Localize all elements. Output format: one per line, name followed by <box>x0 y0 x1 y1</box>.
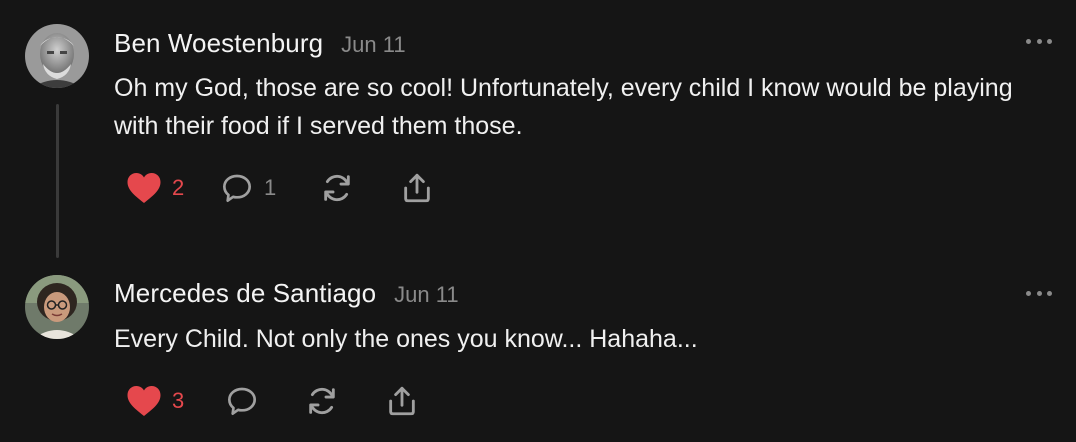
author-name[interactable]: Mercedes de Santiago <box>114 278 376 309</box>
reply-count: 1 <box>264 175 277 200</box>
comment-thread: Ben Woestenburg Jun 11 Oh my God, those … <box>0 0 1076 442</box>
more-icon[interactable] <box>1026 288 1052 298</box>
share-button[interactable] <box>385 381 419 421</box>
reply-button[interactable]: 1 <box>220 168 276 208</box>
thread-line <box>56 104 59 258</box>
author-name[interactable]: Ben Woestenburg <box>114 28 323 59</box>
like-count: 2 <box>172 175 185 200</box>
like-button[interactable]: 2 <box>126 168 184 208</box>
comment-icon <box>228 387 256 415</box>
like-count: 3 <box>172 388 185 413</box>
more-icon[interactable] <box>1026 36 1052 46</box>
comment-header: Ben Woestenburg Jun 11 <box>114 28 406 59</box>
heart-icon <box>127 173 161 203</box>
heart-icon <box>127 386 161 416</box>
restack-icon <box>309 387 335 415</box>
comment-icon <box>223 174 251 202</box>
share-button[interactable] <box>400 168 434 208</box>
like-button[interactable]: 3 <box>126 381 184 421</box>
comment-date[interactable]: Jun 11 <box>394 282 458 308</box>
comment-text: Every Child. Not only the ones you know.… <box>114 325 698 353</box>
restack-button[interactable] <box>305 381 339 421</box>
share-icon <box>404 173 430 203</box>
comment-text: Oh my God, those are so cool! Unfortunat… <box>114 74 1013 140</box>
reply-button[interactable] <box>225 381 259 421</box>
restack-button[interactable] <box>320 168 354 208</box>
share-icon <box>389 386 415 416</box>
comment: Ben Woestenburg Jun 11 Oh my God, those … <box>0 0 1076 262</box>
avatar[interactable] <box>25 275 89 339</box>
comment: Mercedes de Santiago Jun 11 Every Child.… <box>0 262 1076 442</box>
avatar[interactable] <box>25 24 89 88</box>
comment-header: Mercedes de Santiago Jun 11 <box>114 278 459 309</box>
restack-icon <box>324 174 350 202</box>
comment-date[interactable]: Jun 11 <box>341 32 405 58</box>
